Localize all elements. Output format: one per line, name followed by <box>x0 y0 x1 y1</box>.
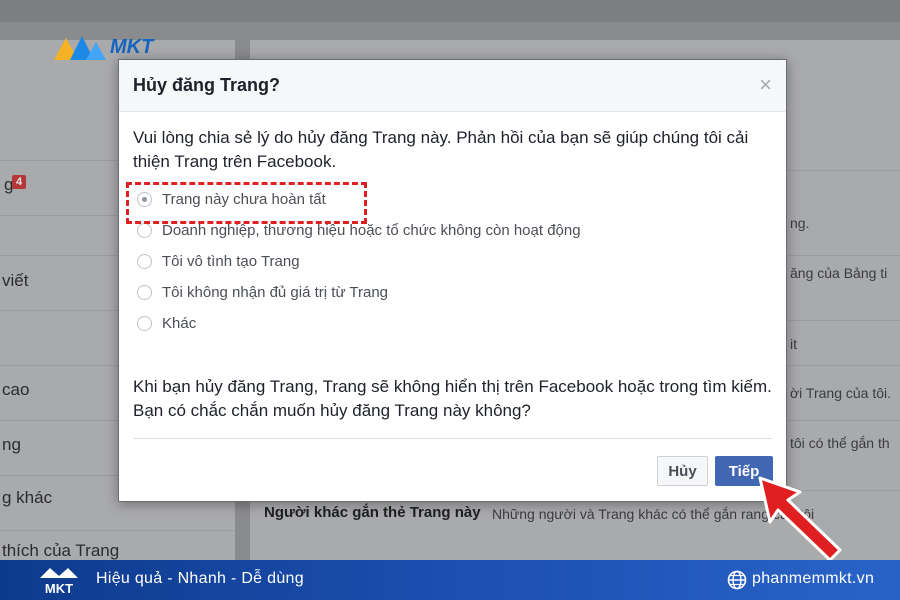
reason-options: Trang này chưa hoàn tất Doanh nghiệp, th… <box>133 184 772 339</box>
reason-option-not-enough-value[interactable]: Tôi không nhận đủ giá trị từ Trang <box>133 277 772 308</box>
radio-button[interactable] <box>137 285 152 300</box>
setting-label: Người khác gắn thẻ Trang này <box>264 504 481 521</box>
arrow-pointer-icon <box>758 476 842 562</box>
background-topbar <box>0 0 900 22</box>
radio-button[interactable] <box>137 192 152 207</box>
footer-banner: MKT Hiệu quả - Nhanh - Dễ dùng phanmemmk… <box>0 560 900 600</box>
banner-website[interactable]: phanmemmkt.vn <box>752 570 874 588</box>
settings-text: it <box>790 336 797 352</box>
unpublish-page-dialog: Hủy đăng Trang? × Vui lòng chia sẻ lý do… <box>118 59 787 502</box>
option-label: Khác <box>162 315 197 332</box>
option-label: Doanh nghiệp, thương hiệu hoặc tổ chức k… <box>162 222 581 239</box>
dialog-title: Hủy đăng Trang? <box>133 75 281 95</box>
banner-logo-text: MKT <box>45 581 73 596</box>
option-label: Tôi không nhận đủ giá trị từ Trang <box>162 284 389 301</box>
settings-text: ăng của Bảng ti <box>790 265 888 281</box>
dialog-body: Vui lòng chia sẻ lý do hủy đăng Trang nà… <box>119 112 786 423</box>
reason-option-business-inactive[interactable]: Doanh nghiệp, thương hiệu hoặc tổ chức k… <box>133 215 772 246</box>
mkt-logo-icon: MKT <box>40 568 78 596</box>
radio-button[interactable] <box>137 223 152 238</box>
dialog-warning: Khi bạn hủy đăng Trang, Trang sẽ không h… <box>133 377 772 420</box>
logo-mark-icon <box>54 36 106 60</box>
radio-button[interactable] <box>137 316 152 331</box>
dialog-header: Hủy đăng Trang? × <box>119 60 786 112</box>
dialog-footer: Hủy Tiếp <box>133 438 773 498</box>
close-icon[interactable]: × <box>759 72 772 98</box>
reason-option-other[interactable]: Khác <box>133 308 772 339</box>
reason-option-incomplete[interactable]: Trang này chưa hoàn tất <box>133 184 772 215</box>
dialog-intro: Vui lòng chia sẻ lý do hủy đăng Trang nà… <box>133 128 749 171</box>
cancel-button[interactable]: Hủy <box>657 456 708 486</box>
option-label: Tôi vô tình tạo Trang <box>162 253 300 270</box>
settings-text: ời Trang của tôi. <box>790 385 892 401</box>
reason-option-accidental[interactable]: Tôi vô tình tạo Trang <box>133 246 772 277</box>
globe-icon <box>727 570 747 590</box>
banner-slogan: Hiệu quả - Nhanh - Dễ dùng <box>96 570 304 587</box>
logo-text: MKT <box>110 36 154 58</box>
mkt-logo: MKT <box>52 34 172 62</box>
settings-text: ng. <box>790 215 810 231</box>
settings-text: tôi có thể gắn th <box>790 435 890 451</box>
radio-button[interactable] <box>137 254 152 269</box>
option-label: Trang này chưa hoàn tất <box>162 191 326 208</box>
notification-badge: 4 <box>12 175 27 189</box>
